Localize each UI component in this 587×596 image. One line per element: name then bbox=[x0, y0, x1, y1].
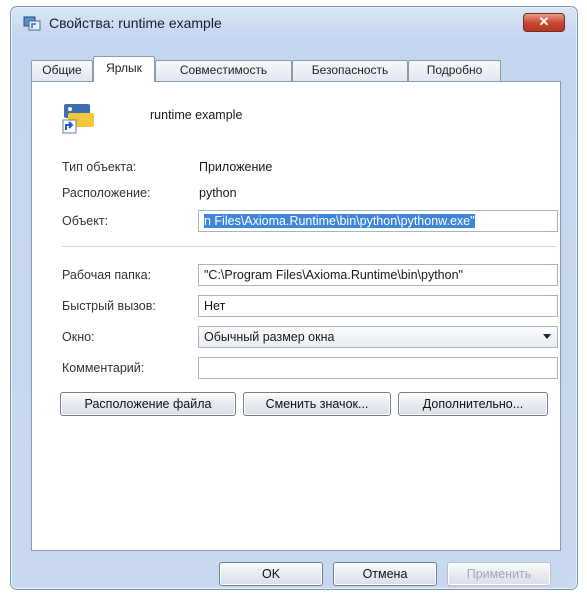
hotkey-label: Быстрый вызов: bbox=[62, 299, 156, 313]
shortcut-tab-panel: runtime example Тип объекта: Приложение … bbox=[31, 81, 561, 551]
tab-details[interactable]: Подробно bbox=[408, 60, 501, 81]
target-label: Объект: bbox=[62, 214, 109, 228]
target-input-value: n Files\Axioma.Runtime\bin\python\python… bbox=[204, 214, 475, 228]
tab-shortcut[interactable]: Ярлык bbox=[93, 56, 155, 82]
comment-label: Комментарий: bbox=[62, 361, 145, 375]
hotkey-input[interactable]: Нет bbox=[198, 295, 558, 317]
target-input[interactable]: n Files\Axioma.Runtime\bin\python\python… bbox=[198, 210, 558, 232]
window-title: Свойства: runtime example bbox=[49, 15, 222, 31]
shortcut-properties-icon bbox=[23, 16, 41, 31]
comment-input[interactable] bbox=[198, 357, 558, 379]
cancel-button[interactable]: Отмена bbox=[333, 562, 437, 586]
shortcut-name: runtime example bbox=[150, 108, 243, 122]
tab-general[interactable]: Общие bbox=[31, 60, 93, 81]
close-button[interactable]: ✕ bbox=[523, 13, 565, 32]
location-label: Расположение: bbox=[62, 186, 151, 200]
advanced-button[interactable]: Дополнительно... bbox=[398, 392, 548, 416]
working-folder-input[interactable]: "C:\Program Files\Axioma.Runtime\bin\pyt… bbox=[198, 264, 558, 286]
change-icon-button[interactable]: Сменить значок... bbox=[243, 392, 391, 416]
object-type-label: Тип объекта: bbox=[62, 160, 137, 174]
window-mode-value: Обычный размер окна bbox=[204, 330, 335, 344]
location-value: python bbox=[199, 186, 237, 200]
working-folder-label: Рабочая папка: bbox=[62, 268, 152, 282]
python-shortcut-icon bbox=[62, 104, 94, 134]
object-type-value: Приложение bbox=[199, 160, 273, 174]
ok-button[interactable]: OK bbox=[219, 562, 323, 586]
apply-button[interactable]: Применить bbox=[447, 562, 551, 586]
chevron-down-icon[interactable] bbox=[543, 334, 551, 339]
file-location-button[interactable]: Расположение файла bbox=[60, 392, 236, 416]
tab-security[interactable]: Безопасность bbox=[292, 60, 408, 81]
properties-window: Свойства: runtime example ✕ Общие Ярлык … bbox=[10, 6, 578, 590]
tab-compatibility[interactable]: Совместимость bbox=[155, 60, 292, 81]
window-mode-select[interactable]: Обычный размер окна bbox=[198, 326, 558, 348]
separator bbox=[62, 246, 556, 248]
window-mode-label: Окно: bbox=[62, 330, 95, 344]
title-bar[interactable]: Свойства: runtime example ✕ bbox=[11, 7, 577, 39]
